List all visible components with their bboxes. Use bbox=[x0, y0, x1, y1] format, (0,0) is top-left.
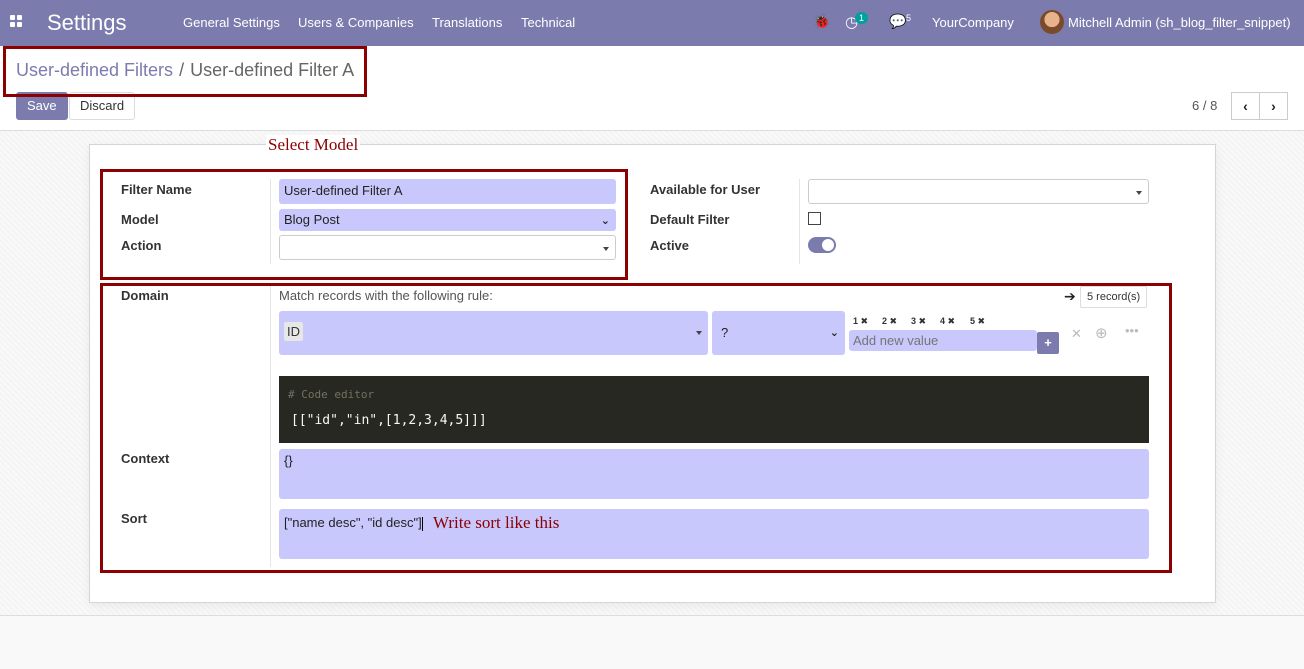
top-navbar: Settings General Settings Users & Compan… bbox=[0, 0, 1304, 46]
caret-down-icon bbox=[1136, 191, 1142, 195]
annotation-select-model: Select Model bbox=[266, 135, 361, 155]
pager-value[interactable]: 6 / 8 bbox=[1192, 98, 1217, 113]
default-filter-label: Default Filter bbox=[650, 212, 730, 227]
available-for-user-select[interactable] bbox=[808, 179, 1149, 204]
pager-next-icon[interactable]: › bbox=[1259, 92, 1288, 120]
message-count-badge: 5 bbox=[906, 13, 912, 23]
menu-translations[interactable]: Translations bbox=[432, 15, 502, 30]
active-toggle[interactable] bbox=[808, 237, 836, 253]
debug-bug-icon[interactable]: 🐞 bbox=[813, 13, 830, 30]
available-for-user-label: Available for User bbox=[650, 182, 761, 197]
menu-general-settings[interactable]: General Settings bbox=[183, 15, 280, 30]
label-divider-right bbox=[799, 179, 800, 264]
pager-previous-icon[interactable]: ‹ bbox=[1231, 92, 1260, 120]
menu-technical[interactable]: Technical bbox=[521, 15, 575, 30]
default-filter-checkbox[interactable] bbox=[808, 212, 821, 225]
menu-users-companies[interactable]: Users & Companies bbox=[298, 15, 414, 30]
apps-menu-icon[interactable] bbox=[10, 15, 24, 29]
user-avatar[interactable] bbox=[1040, 10, 1064, 34]
messages-chat-icon[interactable]: 💬 bbox=[889, 13, 906, 30]
annotation-box-domain-sort bbox=[100, 283, 1172, 573]
activity-count-badge: 1 bbox=[855, 12, 869, 24]
active-label: Active bbox=[650, 238, 690, 253]
app-title[interactable]: Settings bbox=[47, 10, 127, 36]
company-switcher[interactable]: YourCompany bbox=[932, 15, 1014, 30]
footer-area bbox=[0, 616, 1304, 669]
annotation-box-breadcrumb bbox=[3, 46, 367, 97]
user-menu[interactable]: Mitchell Admin (sh_blog_filter_snippet) bbox=[1068, 15, 1291, 30]
annotation-box-filter-details bbox=[100, 169, 628, 280]
